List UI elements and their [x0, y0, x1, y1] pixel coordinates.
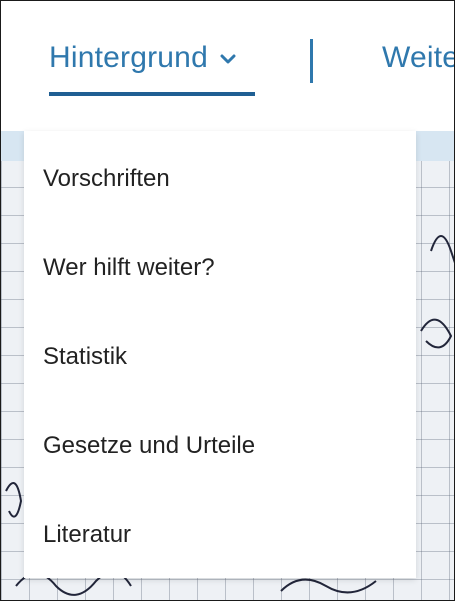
- menu-item-vorschriften[interactable]: Vorschriften: [43, 165, 170, 193]
- nav-separator: [310, 39, 313, 83]
- tab-weitere[interactable]: Weite: [382, 41, 455, 75]
- active-tab-underline: [49, 92, 255, 96]
- tab-weitere-label: Weite: [382, 41, 455, 74]
- tab-hintergrund[interactable]: Hintergrund: [49, 41, 236, 76]
- chevron-down-icon: [220, 38, 236, 72]
- screenshot-frame: Hintergrund Weite Vorschriften Wer hilft…: [0, 0, 455, 601]
- hintergrund-dropdown-menu: Vorschriften Wer hilft weiter? Statistik…: [24, 131, 416, 578]
- menu-item-wer-hilft-weiter[interactable]: Wer hilft weiter?: [43, 254, 215, 282]
- menu-item-gesetze-und-urteile[interactable]: Gesetze und Urteile: [43, 432, 255, 460]
- tab-hintergrund-label: Hintergrund: [49, 41, 208, 74]
- menu-item-literatur[interactable]: Literatur: [43, 521, 131, 549]
- menu-item-statistik[interactable]: Statistik: [43, 343, 127, 371]
- top-navigation: Hintergrund Weite: [1, 1, 454, 131]
